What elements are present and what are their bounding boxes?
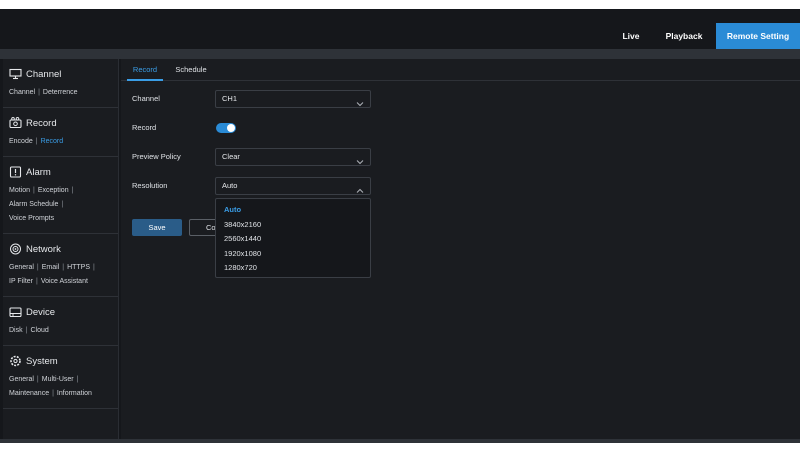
channel-select-value: CH1 bbox=[222, 94, 238, 103]
sidebar-section-alarm: Alarm Motion | Exception | Alarm Schedule | … bbox=[3, 157, 118, 234]
sidebar-item-system[interactable]: System bbox=[9, 352, 112, 370]
sidebar-item-network[interactable]: Network bbox=[9, 240, 112, 258]
gear-icon bbox=[9, 355, 22, 368]
sidebar-link-motion[interactable]: Motion bbox=[9, 187, 30, 194]
chevron-down-icon bbox=[356, 95, 364, 107]
sidebar-link-deterrence[interactable]: Deterrence bbox=[43, 89, 78, 96]
sidebar-title: Device bbox=[26, 306, 56, 318]
resolution-option[interactable]: Auto bbox=[224, 205, 241, 214]
app-screen: Live Playback Remote Setting Channel Cha… bbox=[0, 9, 800, 443]
sidebar-title: System bbox=[26, 355, 58, 367]
sidebar-item-record[interactable]: Record bbox=[9, 114, 112, 132]
tab-record[interactable]: Record bbox=[127, 59, 163, 81]
resolution-option[interactable]: 1920x1080 bbox=[224, 249, 261, 258]
save-button[interactable]: Save bbox=[132, 219, 182, 236]
chevron-down-icon bbox=[356, 153, 364, 165]
sidebar: Channel Channel | Deterrence Record Encode… bbox=[3, 59, 119, 439]
nav-remote-setting-button[interactable]: Remote Setting bbox=[716, 23, 800, 49]
channel-select[interactable]: CH1 bbox=[215, 90, 371, 108]
sidebar-link-exception[interactable]: Exception bbox=[38, 187, 69, 194]
sidebar-title: Record bbox=[26, 117, 57, 129]
sidebar-section-record: Record Encode | Record bbox=[3, 108, 118, 157]
sidebar-link-ip-filter[interactable]: IP Filter bbox=[9, 278, 33, 285]
sidebar-links: Motion | Exception | Alarm Schedule | Voice … bbox=[9, 187, 74, 222]
tab-schedule[interactable]: Schedule bbox=[171, 59, 211, 81]
sidebar-link-encode[interactable]: Encode bbox=[9, 138, 33, 145]
resolution-value: Auto bbox=[222, 181, 238, 190]
footer-bar bbox=[0, 439, 800, 443]
sidebar-links: Disk | Cloud bbox=[9, 327, 49, 334]
sidebar-section-channel: Channel Channel | Deterrence bbox=[3, 59, 118, 108]
sidebar-title: Alarm bbox=[26, 166, 51, 178]
resolution-option[interactable]: 3840x2160 bbox=[224, 220, 261, 229]
sidebar-link-https[interactable]: HTTPS bbox=[67, 264, 90, 271]
sidebar-section-network: Network General | Email | HTTPS | IP Filter | V… bbox=[3, 234, 118, 297]
sidebar-link-cloud[interactable]: Cloud bbox=[30, 327, 48, 334]
sidebar-link-multi-user[interactable]: Multi-User bbox=[42, 376, 74, 383]
sidebar-item-device[interactable]: Device bbox=[9, 303, 112, 321]
sidebar-links: General | Multi-User | Maintenance | Informat… bbox=[9, 376, 92, 397]
header-divider bbox=[0, 49, 800, 59]
sidebar-links: Channel | Deterrence bbox=[9, 89, 78, 96]
sidebar-link-information[interactable]: Information bbox=[57, 390, 92, 397]
top-nav: Live Playback Remote Setting bbox=[0, 9, 800, 49]
toggle-knob bbox=[227, 124, 235, 132]
sidebar-link-general[interactable]: General bbox=[9, 376, 34, 383]
sidebar-title: Network bbox=[26, 243, 61, 255]
resolution-dropdown: Auto 3840x2160 2560x1440 1920x1080 1280x… bbox=[215, 198, 371, 278]
sidebar-link-voice-prompts[interactable]: Voice Prompts bbox=[9, 215, 54, 222]
tab-bar: Record Schedule bbox=[121, 59, 800, 81]
record-icon bbox=[9, 117, 22, 130]
sidebar-link-record[interactable]: Record bbox=[41, 138, 64, 145]
record-toggle[interactable] bbox=[216, 123, 236, 133]
sidebar-section-device: Device Disk | Cloud bbox=[3, 297, 118, 346]
resolution-option[interactable]: 2560x1440 bbox=[224, 234, 261, 243]
channel-label: Channel bbox=[132, 94, 160, 103]
sidebar-section-system: System General | Multi-User | Maintenance | I… bbox=[3, 346, 118, 409]
sidebar-title: Channel bbox=[26, 68, 62, 80]
sidebar-link-email[interactable]: Email bbox=[42, 264, 60, 271]
sidebar-item-channel[interactable]: Channel bbox=[9, 65, 112, 83]
resolution-select[interactable]: Auto bbox=[215, 177, 371, 195]
network-icon bbox=[9, 243, 22, 256]
resolution-label: Resolution bbox=[132, 181, 168, 190]
sidebar-link-maintenance[interactable]: Maintenance bbox=[9, 390, 49, 397]
sidebar-link-alarm-schedule[interactable]: Alarm Schedule bbox=[9, 201, 58, 208]
preview-policy-value: Clear bbox=[222, 152, 240, 161]
sidebar-links: Encode | Record bbox=[9, 138, 64, 145]
sidebar-link-general[interactable]: General bbox=[9, 264, 34, 271]
record-label: Record bbox=[132, 123, 157, 132]
monitor-icon bbox=[9, 68, 22, 81]
sidebar-link-disk[interactable]: Disk bbox=[9, 327, 23, 334]
chevron-up-icon bbox=[356, 182, 364, 193]
alarm-icon bbox=[9, 166, 22, 179]
sidebar-link-channel[interactable]: Channel bbox=[9, 89, 35, 96]
nav-playback-button[interactable]: Playback bbox=[656, 23, 712, 49]
sidebar-links: General | Email | HTTPS | IP Filter | Voice Ass… bbox=[9, 264, 95, 285]
main-panel: Record Schedule Channel CH1 Record Previ… bbox=[121, 59, 800, 439]
disk-icon bbox=[9, 306, 22, 319]
sidebar-link-voice-assistant[interactable]: Voice Assistant bbox=[41, 278, 88, 285]
sidebar-item-alarm[interactable]: Alarm bbox=[9, 163, 112, 181]
nav-live-button[interactable]: Live bbox=[612, 23, 650, 49]
preview-policy-select[interactable]: Clear bbox=[215, 148, 371, 166]
preview-policy-label: Preview Policy bbox=[132, 152, 181, 161]
resolution-option[interactable]: 1280x720 bbox=[224, 263, 257, 272]
